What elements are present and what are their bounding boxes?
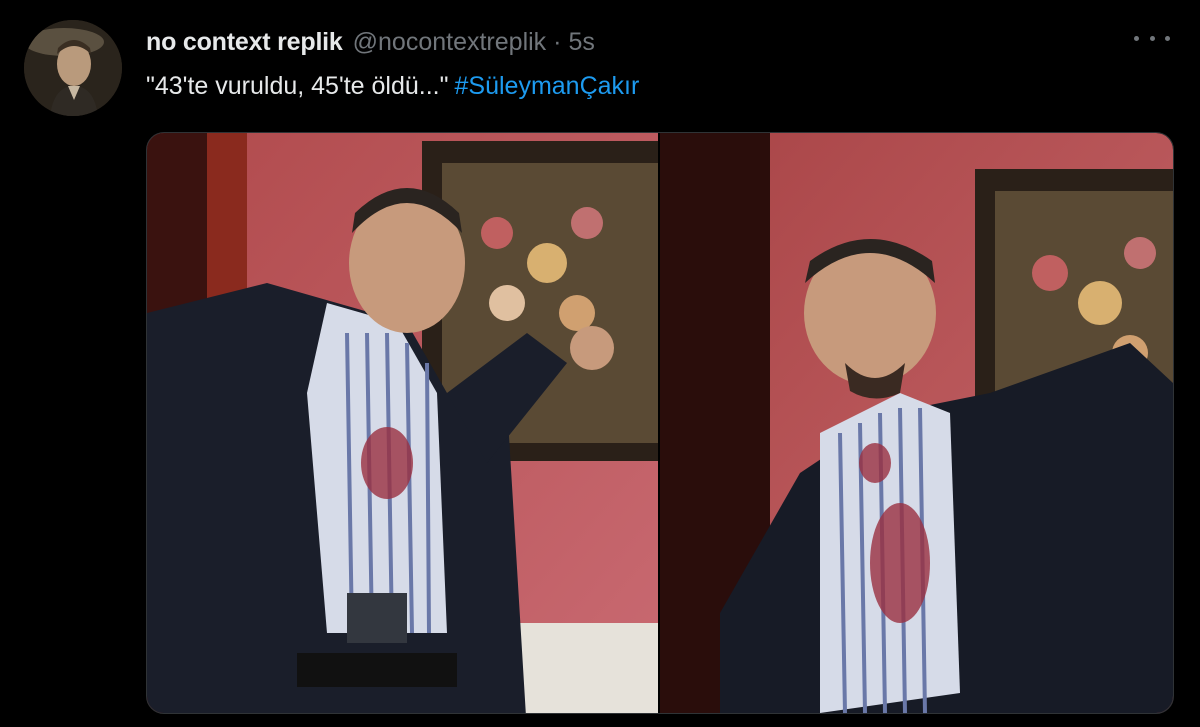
photo-right[interactable] (660, 133, 1173, 713)
hashtag-link[interactable]: #SüleymanÇakır (455, 72, 640, 100)
more-dot (1149, 35, 1155, 41)
tweet-quote: "43'te vuruldu, 45'te öldü..." (146, 72, 449, 100)
photo-left-image (147, 133, 658, 713)
tweet-header: no context replik @nocontextreplik · 5s (146, 25, 595, 59)
tweet-text: "43'te vuruldu, 45'te öldü..." #SüleymanÇ… (146, 72, 639, 101)
more-dot (1165, 35, 1170, 41)
avatar[interactable] (24, 20, 122, 116)
tweet-timestamp[interactable]: 5s (569, 28, 595, 57)
more-options-icon[interactable] (1134, 26, 1170, 50)
tweet[interactable]: no context replik @nocontextreplik · 5s … (0, 0, 1200, 727)
separator-dot: · (553, 27, 562, 56)
avatar-image (24, 20, 122, 116)
photo-right-image (660, 133, 1173, 713)
author-display-name[interactable]: no context replik (146, 28, 343, 57)
media-grid (146, 132, 1174, 714)
photo-left[interactable] (147, 133, 658, 713)
author-handle[interactable]: @nocontextreplik (353, 28, 547, 57)
more-dot (1134, 35, 1139, 41)
